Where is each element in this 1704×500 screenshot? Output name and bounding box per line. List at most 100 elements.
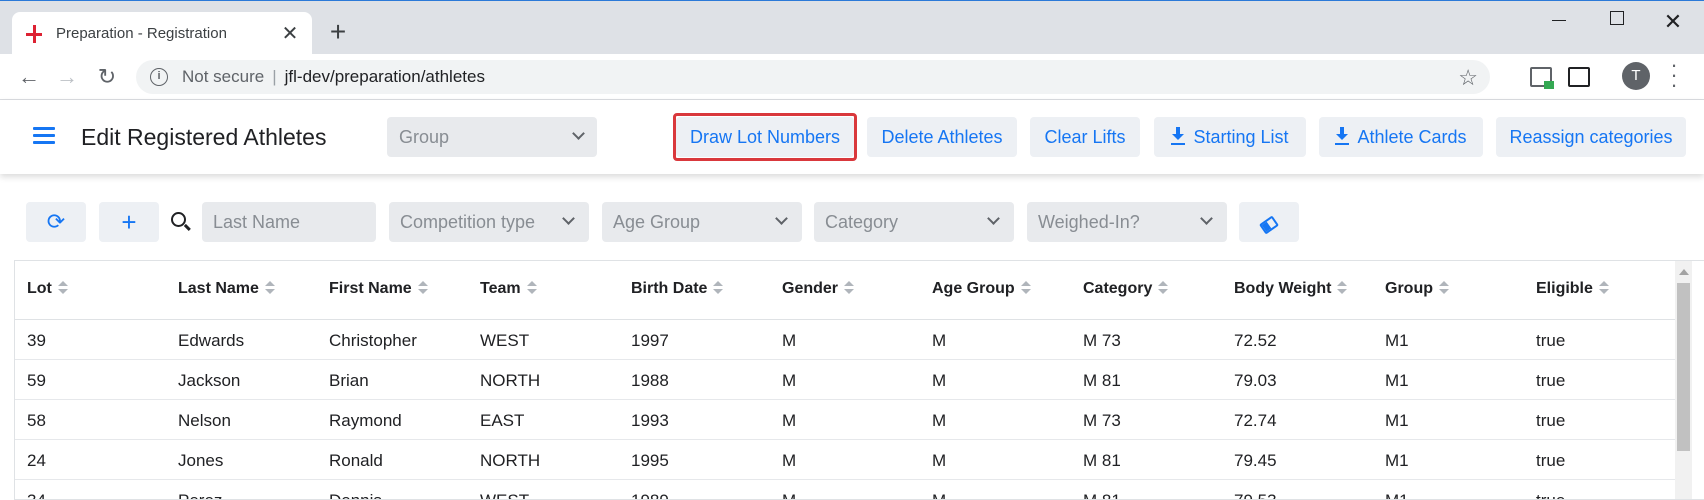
cell-body-weight: 79.53 bbox=[1234, 491, 1277, 499]
table-row[interactable]: 58 Nelson Raymond EAST 1993 M M M 73 72.… bbox=[15, 400, 1675, 440]
category-placeholder: Category bbox=[825, 212, 899, 232]
delete-athletes-button[interactable]: Delete Athletes bbox=[867, 117, 1017, 157]
sort-icon[interactable] bbox=[57, 281, 68, 295]
cell-group: M1 bbox=[1385, 491, 1409, 499]
cell-category: M 81 bbox=[1083, 371, 1121, 390]
competition-type-select[interactable]: Competition type bbox=[389, 202, 589, 242]
cell-last-name: Edwards bbox=[178, 331, 245, 350]
cell-age-group: M bbox=[932, 411, 947, 430]
address-bar[interactable]: i Not secure | jfl-dev/preparation/athle… bbox=[136, 60, 1490, 94]
scroll-up-arrow-icon[interactable] bbox=[1679, 269, 1689, 275]
cell-category: M 73 bbox=[1083, 411, 1121, 430]
column-header-body-weight[interactable]: Body Weight bbox=[1234, 280, 1348, 298]
sort-icon[interactable] bbox=[1598, 281, 1609, 295]
cell-category: M 81 bbox=[1083, 451, 1121, 470]
cell-first-name: Ronald bbox=[329, 451, 383, 470]
scrollbar-thumb[interactable] bbox=[1677, 283, 1690, 451]
column-header-gender[interactable]: Gender bbox=[782, 280, 855, 298]
clear-filters-button[interactable] bbox=[1239, 202, 1299, 242]
table-row[interactable]: 24 Jones Ronald NORTH 1995 M M M 81 79.4… bbox=[15, 440, 1675, 480]
cell-gender: M bbox=[782, 451, 797, 470]
cell-lot: 39 bbox=[27, 331, 46, 350]
last-name-filter-input[interactable]: Last Name bbox=[202, 202, 376, 242]
table-row[interactable]: 34 Perez Dennis WEST 1989 M M M 81 79.53… bbox=[15, 480, 1675, 499]
table-row[interactable]: 39 Edwards Christopher WEST 1997 M M M 7… bbox=[15, 320, 1675, 360]
reload-icon[interactable]: ↻ bbox=[92, 62, 122, 92]
cell-body-weight: 79.03 bbox=[1234, 371, 1277, 390]
hamburger-menu-icon[interactable] bbox=[33, 127, 55, 145]
table-row[interactable]: 59 Jackson Brian NORTH 1988 M M M 81 79.… bbox=[15, 360, 1675, 400]
column-header-group[interactable]: Group bbox=[1385, 280, 1449, 298]
cell-lot: 24 bbox=[27, 451, 46, 470]
chevron-down-icon bbox=[1200, 212, 1213, 225]
add-athlete-button[interactable]: + bbox=[99, 202, 159, 242]
plus-icon: + bbox=[121, 207, 137, 237]
window-maximize-icon[interactable] bbox=[1594, 9, 1640, 30]
cell-lot: 58 bbox=[27, 411, 46, 430]
sort-icon[interactable] bbox=[264, 281, 275, 295]
cell-birth-date: 1988 bbox=[631, 371, 669, 390]
refresh-button[interactable]: ⟳ bbox=[26, 202, 86, 242]
profile-avatar[interactable]: T bbox=[1622, 62, 1650, 90]
competition-type-placeholder: Competition type bbox=[400, 212, 536, 232]
cell-team: NORTH bbox=[480, 451, 541, 470]
sort-icon[interactable] bbox=[844, 281, 855, 295]
cell-team: WEST bbox=[480, 331, 530, 350]
back-arrow-icon[interactable]: ← bbox=[14, 62, 44, 92]
window-close-icon[interactable]: ✕ bbox=[1650, 9, 1696, 35]
column-header-lot[interactable]: Lot bbox=[27, 280, 68, 298]
column-header-age-group[interactable]: Age Group bbox=[932, 280, 1031, 298]
weighed-in-select[interactable]: Weighed-In? bbox=[1027, 202, 1227, 242]
column-header-eligible[interactable]: Eligible bbox=[1536, 280, 1609, 298]
category-select[interactable]: Category bbox=[814, 202, 1014, 242]
cell-category: M 81 bbox=[1083, 491, 1121, 499]
column-header-last-name[interactable]: Last Name bbox=[178, 280, 275, 298]
tab-close-icon[interactable]: ✕ bbox=[280, 21, 300, 46]
download-icon bbox=[1171, 127, 1186, 145]
clear-lifts-button[interactable]: Clear Lifts bbox=[1030, 117, 1140, 157]
cell-group: M1 bbox=[1385, 371, 1409, 390]
athlete-cards-label: Athlete Cards bbox=[1357, 127, 1467, 147]
column-header-team[interactable]: Team bbox=[480, 280, 537, 298]
starting-list-button[interactable]: Starting List bbox=[1154, 117, 1306, 157]
screenshot-extension-icon[interactable] bbox=[1568, 67, 1590, 87]
column-header-first-name[interactable]: First Name bbox=[329, 280, 428, 298]
browser-tabstrip: Preparation - Registration ✕ + ✕ bbox=[0, 0, 1704, 55]
browser-tab[interactable]: Preparation - Registration ✕ bbox=[12, 12, 312, 55]
new-tab-icon[interactable]: + bbox=[322, 17, 354, 49]
browser-menu-icon[interactable]: · · · bbox=[1666, 54, 1682, 96]
weighed-in-placeholder: Weighed-In? bbox=[1038, 212, 1140, 232]
sort-icon[interactable] bbox=[1337, 281, 1348, 295]
highlight-box bbox=[673, 113, 857, 161]
group-select-placeholder: Group bbox=[399, 127, 450, 147]
reassign-categories-button[interactable]: Reassign categories bbox=[1496, 117, 1686, 157]
cell-group: M1 bbox=[1385, 451, 1409, 470]
sort-icon[interactable] bbox=[1439, 281, 1449, 295]
cell-lot: 34 bbox=[27, 491, 46, 499]
column-header-category[interactable]: Category bbox=[1083, 280, 1169, 298]
age-group-select[interactable]: Age Group bbox=[602, 202, 802, 242]
sort-icon[interactable] bbox=[713, 281, 724, 295]
group-select[interactable]: Group bbox=[387, 117, 597, 157]
sort-icon[interactable] bbox=[1020, 281, 1031, 295]
forward-arrow-icon[interactable]: → bbox=[52, 62, 82, 92]
cell-first-name: Dennis bbox=[329, 491, 382, 499]
eraser-icon bbox=[1259, 215, 1279, 235]
athlete-cards-button[interactable]: Athlete Cards bbox=[1319, 117, 1483, 157]
cast-extension-icon[interactable] bbox=[1530, 67, 1554, 89]
site-info-icon[interactable]: i bbox=[150, 68, 168, 86]
column-header-birth-date[interactable]: Birth Date bbox=[631, 280, 724, 298]
vertical-scrollbar[interactable] bbox=[1675, 261, 1692, 499]
bookmark-star-icon[interactable]: ☆ bbox=[1458, 65, 1478, 91]
sort-icon[interactable] bbox=[1158, 281, 1169, 295]
cell-team: EAST bbox=[480, 411, 525, 430]
cell-eligible: true bbox=[1536, 491, 1565, 499]
starting-list-label: Starting List bbox=[1193, 127, 1289, 147]
cell-birth-date: 1993 bbox=[631, 411, 669, 430]
sort-icon[interactable] bbox=[417, 281, 428, 295]
cell-team: WEST bbox=[480, 491, 529, 499]
sort-icon[interactable] bbox=[526, 281, 537, 295]
cell-last-name: Perez bbox=[178, 491, 222, 499]
window-minimize-icon[interactable] bbox=[1536, 9, 1582, 30]
cell-birth-date: 1995 bbox=[631, 451, 669, 470]
